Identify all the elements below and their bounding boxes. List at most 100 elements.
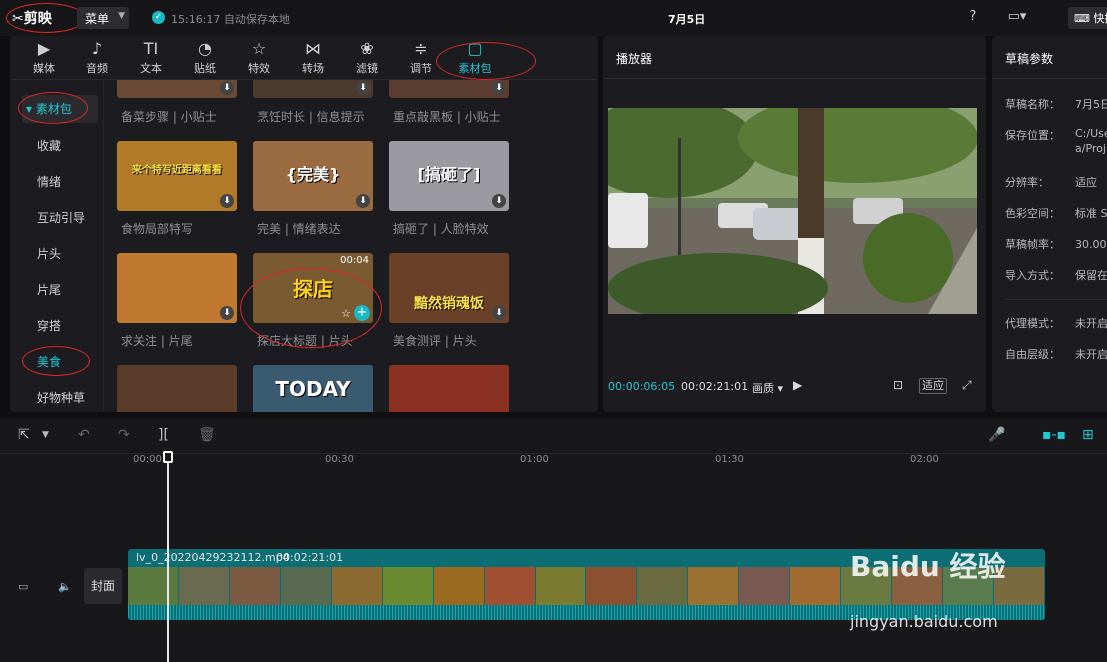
material-card[interactable]: ⬇: [117, 253, 237, 323]
filter-icon: ❀: [360, 39, 374, 58]
param-value: C:/Use: [1075, 127, 1107, 140]
playhead[interactable]: [167, 454, 169, 662]
undo-icon[interactable]: ↶: [78, 427, 90, 443]
delete-icon[interactable]: 🗑: [198, 427, 216, 443]
material-card[interactable]: ⬇: [117, 80, 237, 98]
param-key: 色彩空间：: [1005, 207, 1060, 220]
annotation-circle: [22, 346, 90, 376]
audio-icon: ♪: [91, 39, 103, 58]
layout-icon[interactable]: ▭▾: [1002, 9, 1032, 27]
download-icon[interactable]: ⬇: [356, 81, 370, 95]
download-icon[interactable]: ⬇: [356, 194, 370, 208]
ruler-tick: 01:30: [715, 454, 744, 465]
download-icon[interactable]: ⬇: [492, 306, 506, 320]
help-icon[interactable]: ?: [964, 9, 982, 27]
autosave-status: 15:16:17 自动保存本地: [171, 13, 290, 26]
material-card[interactable]: [117, 365, 237, 412]
param-value: 标准 S: [1075, 207, 1107, 220]
tab-effects[interactable]: ☆ 特效: [232, 38, 286, 78]
speaker-icon[interactable]: 🔈: [58, 580, 72, 593]
material-card[interactable]: ⬇: [389, 80, 509, 98]
tab-transition[interactable]: ⋈ 转场: [286, 38, 340, 78]
menu-button[interactable]: 菜单 ▼: [77, 7, 129, 29]
annotation-circle: [18, 92, 88, 124]
tab-media[interactable]: ▶ 媒体: [17, 38, 71, 78]
fit-button[interactable]: 适应: [919, 378, 947, 394]
category-outro[interactable]: 片尾: [22, 276, 98, 304]
split-icon[interactable]: ][: [158, 427, 169, 443]
ruler-tick: 00:00: [133, 454, 162, 465]
param-key: 草稿帧率：: [1005, 238, 1060, 251]
download-icon[interactable]: ⬇: [220, 194, 234, 208]
draft-params-panel: 草稿参数 草稿名称： 7月5日 保存位置： C:/Use a/Proj 分辨率：…: [992, 36, 1107, 412]
ruler-tick: 02:00: [910, 454, 939, 465]
category-favorites[interactable]: 收藏: [22, 132, 98, 160]
param-key: 分辨率：: [1005, 176, 1049, 189]
category-product[interactable]: 好物种草: [22, 384, 98, 412]
play-icon[interactable]: ▶: [793, 378, 802, 392]
tab-label: 滤镜: [356, 62, 378, 75]
tab-bar: ▶ 媒体 ♪ 音频 TI 文本 ◔ 贴纸 ☆ 特效 ⋈ 转场 ❀ 滤镜 ≑ 调节 ▢ 素材包: [10, 36, 598, 80]
material-card[interactable]: 来个特写近距离看看 ⬇: [117, 141, 237, 211]
category-outfit[interactable]: 穿搭: [22, 312, 98, 340]
material-panel: ▶ 媒体 ♪ 音频 TI 文本 ◔ 贴纸 ☆ 特效 ⋈ 转场 ❀ 滤镜 ≑ 调节 ▢ 素材包 ▾ …: [10, 36, 598, 412]
material-card[interactable]: {完美} ⬇: [253, 141, 373, 211]
material-card[interactable]: 黯然销魂饭 ⬇: [389, 253, 509, 323]
ruler-tick: 00:30: [325, 454, 354, 465]
material-card[interactable]: ⬇: [253, 80, 373, 98]
video-track-icon[interactable]: ▭: [18, 580, 28, 593]
microphone-icon[interactable]: 🎤: [988, 427, 1005, 443]
player-title: 播放器: [616, 52, 653, 66]
download-icon[interactable]: ⬇: [220, 306, 234, 320]
street-scene-image: [608, 108, 977, 314]
tab-filter[interactable]: ❀ 滤镜: [340, 38, 394, 78]
category-intro[interactable]: 片头: [22, 240, 98, 268]
shortcut-button[interactable]: ⌨ 快捷: [1068, 7, 1107, 29]
card-overlay-text: 来个特写近距离看看: [132, 165, 222, 176]
chevron-down-icon[interactable]: ▼: [42, 430, 49, 440]
waveform-icon[interactable]: ⊡: [893, 378, 903, 392]
annotation-circle: [436, 42, 536, 80]
card-label: 食物局部特写: [121, 222, 194, 236]
download-icon[interactable]: ⬇: [492, 194, 506, 208]
link-icon[interactable]: ▪-▪: [1042, 427, 1066, 443]
redo-icon[interactable]: ↷: [118, 427, 130, 443]
player-panel: 播放器 00:00:06:05 00:02:21:01 画质 ▾ ▶ ⊡ 适应 …: [603, 36, 986, 412]
clip-duration: 00:02:21:01: [276, 551, 344, 564]
category-mood[interactable]: 情绪: [22, 168, 98, 196]
category-interaction[interactable]: 互动引导: [22, 204, 98, 232]
card-overlay-text: TODAY: [275, 377, 351, 401]
annotation-circle: [240, 268, 382, 348]
tab-text[interactable]: TI 文本: [124, 38, 178, 78]
material-card[interactable]: [搞砸了] ⬇: [389, 141, 509, 211]
cover-button[interactable]: 封面: [84, 568, 122, 604]
tab-audio[interactable]: ♪ 音频: [70, 38, 124, 78]
fullscreen-icon[interactable]: ⤢: [962, 378, 972, 393]
param-key: 草稿名称：: [1005, 98, 1060, 111]
param-key: 自由层级：: [1005, 348, 1060, 361]
select-cursor-icon[interactable]: ⇱: [18, 427, 30, 443]
quality-dropdown[interactable]: 画质 ▾: [752, 380, 783, 396]
preview-axis-icon[interactable]: ⊞: [1082, 427, 1094, 443]
tab-label: 特效: [248, 62, 270, 75]
param-value: 适应: [1075, 176, 1097, 189]
keyboard-icon: ⌨: [1074, 12, 1090, 25]
param-key: 保存位置：: [1005, 129, 1060, 142]
project-title: 7月5日: [668, 13, 706, 26]
param-value: 7月5日: [1075, 98, 1107, 111]
card-label: 备菜步骤 | 小贴士: [121, 110, 217, 124]
material-card[interactable]: TODAY: [253, 365, 373, 412]
tab-label: 贴纸: [194, 62, 216, 75]
video-preview[interactable]: [608, 108, 977, 314]
clip-filename: lv_0_20220429232112.mp4: [136, 551, 290, 564]
card-label: 完美 | 情绪表达: [257, 222, 341, 236]
tab-label: 音频: [86, 62, 108, 75]
param-value: 未开启: [1075, 317, 1107, 330]
time-ruler[interactable]: 00:00 00:30 01:00 01:30 02:00: [130, 454, 1107, 480]
card-label: 烹饪时长 | 信息提示: [257, 110, 365, 124]
playhead-handle[interactable]: [163, 451, 173, 463]
download-icon[interactable]: ⬇: [492, 81, 506, 95]
material-card[interactable]: [389, 365, 509, 412]
download-icon[interactable]: ⬇: [220, 81, 234, 95]
tab-sticker[interactable]: ◔ 贴纸: [178, 38, 232, 78]
